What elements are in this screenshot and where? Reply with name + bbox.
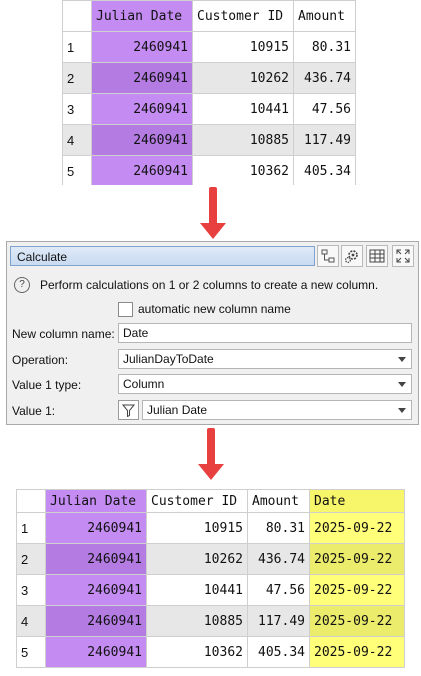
table-row[interactable]: 4 2460941 10885 117.49 xyxy=(62,124,356,156)
cell-amount[interactable]: 436.74 xyxy=(293,62,356,94)
table-row[interactable]: 3 2460941 10441 47.56 xyxy=(62,93,356,125)
cell-customer-id[interactable]: 10915 xyxy=(192,31,294,63)
down-arrow-icon xyxy=(198,428,224,480)
column-header-amount[interactable]: Amount xyxy=(293,0,356,32)
row-number: 5 xyxy=(62,155,92,185)
table-row[interactable]: 3 2460941 10441 47.56 2025-09-22 xyxy=(16,574,405,606)
cell-date[interactable]: 2025-09-22 xyxy=(309,543,405,575)
table-row[interactable]: 2 2460941 10262 436.74 2025-09-22 xyxy=(16,543,405,575)
top-table: Julian Date Customer ID Amount 1 2460941… xyxy=(62,0,356,185)
auto-name-checkbox[interactable] xyxy=(118,302,133,317)
row-number: 2 xyxy=(62,62,92,94)
column-header-customer-id[interactable]: Customer ID xyxy=(146,489,248,513)
value1-type-value: Column xyxy=(123,377,165,391)
row-number: 4 xyxy=(16,605,46,637)
cell-julian-date[interactable]: 2460941 xyxy=(91,62,193,94)
cell-customer-id[interactable]: 10885 xyxy=(146,605,248,637)
hierarchy-icon[interactable] xyxy=(317,245,339,267)
top-table-header-row: Julian Date Customer ID Amount xyxy=(62,0,356,32)
cell-amount[interactable]: 405.34 xyxy=(293,155,356,185)
bottom-table-header-row: Julian Date Customer ID Amount Date xyxy=(16,489,405,513)
column-header-amount[interactable]: Amount xyxy=(247,489,310,513)
cell-amount[interactable]: 47.56 xyxy=(247,574,310,606)
table-row[interactable]: 4 2460941 10885 117.49 2025-09-22 xyxy=(16,605,405,637)
auto-name-label: automatic new column name xyxy=(138,302,291,316)
cell-amount[interactable]: 117.49 xyxy=(293,124,356,156)
cell-date[interactable]: 2025-09-22 xyxy=(309,574,405,606)
new-column-name-input[interactable]: Date xyxy=(118,323,412,343)
operation-value: JulianDayToDate xyxy=(123,352,214,366)
cell-amount[interactable]: 80.31 xyxy=(247,512,310,544)
help-icon[interactable]: ? xyxy=(14,277,30,293)
cell-amount[interactable]: 436.74 xyxy=(247,543,310,575)
expand-icon[interactable] xyxy=(392,245,414,267)
cell-julian-date[interactable]: 2460941 xyxy=(91,124,193,156)
row-number: 1 xyxy=(62,31,92,63)
cell-julian-date[interactable]: 2460941 xyxy=(45,636,147,668)
cell-julian-date[interactable]: 2460941 xyxy=(45,512,147,544)
cell-customer-id[interactable]: 10362 xyxy=(146,636,248,668)
chevron-down-icon xyxy=(398,382,406,387)
filter-icon[interactable] xyxy=(118,400,139,420)
cell-customer-id[interactable]: 10441 xyxy=(192,93,294,125)
top-table-clip: Julian Date Customer ID Amount 1 2460941… xyxy=(62,0,356,185)
bottom-table: Julian Date Customer ID Amount Date 1 24… xyxy=(16,489,405,668)
column-header-customer-id[interactable]: Customer ID xyxy=(192,0,294,32)
table-icon[interactable] xyxy=(366,245,388,267)
cell-date[interactable]: 2025-09-22 xyxy=(309,512,405,544)
value1-type-label: Value 1 type: xyxy=(12,378,82,392)
cell-customer-id[interactable]: 10441 xyxy=(146,574,248,606)
cell-amount[interactable]: 405.34 xyxy=(247,636,310,668)
table-row[interactable]: 1 2460941 10915 80.31 2025-09-22 xyxy=(16,512,405,544)
cell-date[interactable]: 2025-09-22 xyxy=(309,636,405,668)
cell-julian-date[interactable]: 2460941 xyxy=(45,574,147,606)
row-number: 4 xyxy=(62,124,92,156)
cell-julian-date[interactable]: 2460941 xyxy=(91,155,193,185)
value1-label: Value 1: xyxy=(12,404,56,418)
cell-julian-date[interactable]: 2460941 xyxy=(45,605,147,637)
column-header-julian-date[interactable]: Julian Date xyxy=(91,0,193,32)
cell-date[interactable]: 2025-09-22 xyxy=(309,605,405,637)
cell-customer-id[interactable]: 10262 xyxy=(192,62,294,94)
value1-select[interactable]: Julian Date xyxy=(142,400,412,420)
bottom-table-clip: Julian Date Customer ID Amount Date 1 24… xyxy=(16,489,406,670)
row-number-header xyxy=(16,489,46,513)
cell-julian-date[interactable]: 2460941 xyxy=(45,543,147,575)
row-number: 3 xyxy=(62,93,92,125)
row-number-header xyxy=(62,0,92,32)
cell-customer-id[interactable]: 10362 xyxy=(192,155,294,185)
column-header-date[interactable]: Date xyxy=(309,489,405,513)
chevron-down-icon xyxy=(398,357,406,362)
cell-customer-id[interactable]: 10885 xyxy=(192,124,294,156)
row-number: 5 xyxy=(16,636,46,668)
table-row[interactable]: 5 2460941 10362 405.34 2025-09-22 xyxy=(16,636,405,668)
cell-amount[interactable]: 117.49 xyxy=(247,605,310,637)
cell-customer-id[interactable]: 10915 xyxy=(146,512,248,544)
value1-value: Julian Date xyxy=(147,403,208,417)
row-number: 2 xyxy=(16,543,46,575)
table-row[interactable]: 5 2460941 10362 405.34 xyxy=(62,155,356,185)
table-row[interactable]: 2 2460941 10262 436.74 xyxy=(62,62,356,94)
column-header-julian-date[interactable]: Julian Date xyxy=(45,489,147,513)
row-number: 1 xyxy=(16,512,46,544)
table-row[interactable]: 1 2460941 10915 80.31 xyxy=(62,31,356,63)
calculate-panel: Calculate ? Perform calculations on 1 or… xyxy=(6,241,419,425)
new-column-name-label: New column name: xyxy=(12,327,115,341)
cell-julian-date[interactable]: 2460941 xyxy=(91,93,193,125)
chevron-down-icon xyxy=(398,408,406,413)
help-text: Perform calculations on 1 or 2 columns t… xyxy=(40,278,379,292)
panel-title: Calculate xyxy=(17,250,68,264)
down-arrow-icon xyxy=(200,187,226,239)
cell-julian-date[interactable]: 2460941 xyxy=(91,31,193,63)
operation-select[interactable]: JulianDayToDate xyxy=(118,349,412,369)
value1-type-select[interactable]: Column xyxy=(118,374,412,394)
cell-amount[interactable]: 80.31 xyxy=(293,31,356,63)
operation-label: Operation: xyxy=(12,353,69,367)
row-number: 3 xyxy=(16,574,46,606)
cell-amount[interactable]: 47.56 xyxy=(293,93,356,125)
cell-customer-id[interactable]: 10262 xyxy=(146,543,248,575)
panel-title-bar[interactable]: Calculate xyxy=(10,246,315,266)
gears-icon[interactable] xyxy=(341,245,363,267)
